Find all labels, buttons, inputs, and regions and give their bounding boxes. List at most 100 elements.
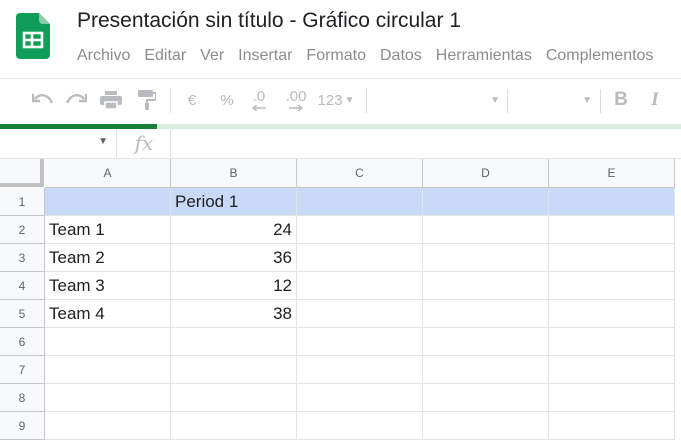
column-header-e[interactable]: E [549,159,675,188]
cell-a8[interactable] [45,384,171,412]
menu-complementos[interactable]: Complementos [546,45,654,67]
formula-bar: ▼ fx [0,129,681,159]
column-header-a[interactable]: A [45,159,171,188]
bold-button[interactable]: B [608,87,634,113]
row-header-1[interactable]: 1 [0,188,45,216]
cell-d3[interactable] [423,244,549,272]
row-header-3[interactable]: 3 [0,244,45,272]
column-header-c[interactable]: C [297,159,423,188]
cell-c6[interactable] [297,328,423,356]
cell-e8[interactable] [549,384,675,412]
menu-herramientas[interactable]: Herramientas [436,45,532,67]
toolbar-separator [366,89,367,113]
cell-b9[interactable] [171,412,297,440]
chevron-down-icon: ▼ [582,94,592,106]
sheets-logo-icon[interactable] [16,13,50,59]
menu-formato[interactable]: Formato [306,45,366,67]
cell-d6[interactable] [423,328,549,356]
cell-d8[interactable] [423,384,549,412]
row-header-4[interactable]: 4 [0,272,45,300]
undo-icon[interactable] [30,87,56,113]
toolbar-separator [600,89,601,113]
cell-b5[interactable]: 38 [171,300,297,328]
row-header-2[interactable]: 2 [0,216,45,244]
select-all-corner[interactable] [0,159,44,187]
cell-e4[interactable] [549,272,675,300]
column-header-b[interactable]: B [171,159,297,188]
column-header-d[interactable]: D [423,159,549,188]
row-header-9[interactable]: 9 [0,412,45,440]
toolbar: € % .0 .00 123 ▼ ▼ ▼ B I [0,79,681,123]
cell-c1[interactable] [297,188,423,216]
cell-e9[interactable] [549,412,675,440]
chevron-down-icon: ▼ [490,94,500,106]
cell-d9[interactable] [423,412,549,440]
chevron-down-icon: ▼ [344,94,355,106]
fx-icon: fx [118,130,171,157]
arrow-left-icon [251,105,266,111]
cell-d7[interactable] [423,356,549,384]
cell-b1[interactable]: Period 1 [171,188,297,216]
cell-c9[interactable] [297,412,423,440]
cell-d5[interactable] [423,300,549,328]
cell-c2[interactable] [297,216,423,244]
cell-b3[interactable]: 36 [171,244,297,272]
row-header-7[interactable]: 7 [0,356,45,384]
formula-input[interactable] [171,129,681,158]
cell-c3[interactable] [297,244,423,272]
italic-button[interactable]: I [642,87,668,113]
percent-format-button[interactable]: % [215,87,239,113]
cell-d2[interactable] [423,216,549,244]
cell-c7[interactable] [297,356,423,384]
cell-e1[interactable] [549,188,675,216]
document-title[interactable]: Presentación sin título - Gráfico circul… [77,9,461,33]
cell-e6[interactable] [549,328,675,356]
cell-e5[interactable] [549,300,675,328]
more-formats-label: 123 [317,91,343,109]
cell-d1[interactable] [423,188,549,216]
menu-datos[interactable]: Datos [380,45,422,67]
font-family-dropdown[interactable]: ▼ [374,87,500,113]
cell-a9[interactable] [45,412,171,440]
cell-b8[interactable] [171,384,297,412]
increase-decimals-label: .00 [285,88,307,105]
decrease-decimals-button[interactable]: .0 [245,87,273,113]
row-header-6[interactable]: 6 [0,328,45,356]
cell-a7[interactable] [45,356,171,384]
cell-a3[interactable]: Team 2 [45,244,171,272]
row-header-8[interactable]: 8 [0,384,45,412]
cell-a1[interactable] [45,188,171,216]
decrease-decimals-label: .0 [252,88,266,105]
cell-c5[interactable] [297,300,423,328]
redo-icon[interactable] [63,87,89,113]
cell-d4[interactable] [423,272,549,300]
chevron-down-icon: ▼ [98,136,108,147]
cell-a5[interactable]: Team 4 [45,300,171,328]
cell-a2[interactable]: Team 1 [45,216,171,244]
paint-format-icon[interactable] [134,87,160,113]
row-header-5[interactable]: 5 [0,300,45,328]
cell-e7[interactable] [549,356,675,384]
cell-e3[interactable] [549,244,675,272]
menu-insertar[interactable]: Insertar [238,45,292,67]
cell-b6[interactable] [171,328,297,356]
menu-bar: Archivo Editar Ver Insertar Formato Datos Herr… [77,45,667,67]
cell-e2[interactable] [549,216,675,244]
menu-ver[interactable]: Ver [200,45,224,67]
font-size-dropdown[interactable]: ▼ [514,87,592,113]
cell-c8[interactable] [297,384,423,412]
cell-b4[interactable]: 12 [171,272,297,300]
menu-editar[interactable]: Editar [144,45,186,67]
menu-archivo[interactable]: Archivo [77,45,130,67]
cell-b7[interactable] [171,356,297,384]
cell-b2[interactable]: 24 [171,216,297,244]
toolbar-separator [170,89,171,113]
cell-a4[interactable]: Team 3 [45,272,171,300]
more-formats-dropdown[interactable]: 123 ▼ [315,87,357,113]
print-icon[interactable] [98,87,124,113]
cell-c4[interactable] [297,272,423,300]
name-box[interactable]: ▼ [0,129,117,158]
cell-a6[interactable] [45,328,171,356]
currency-format-button[interactable]: € [180,87,204,113]
increase-decimals-button[interactable]: .00 [281,87,311,113]
